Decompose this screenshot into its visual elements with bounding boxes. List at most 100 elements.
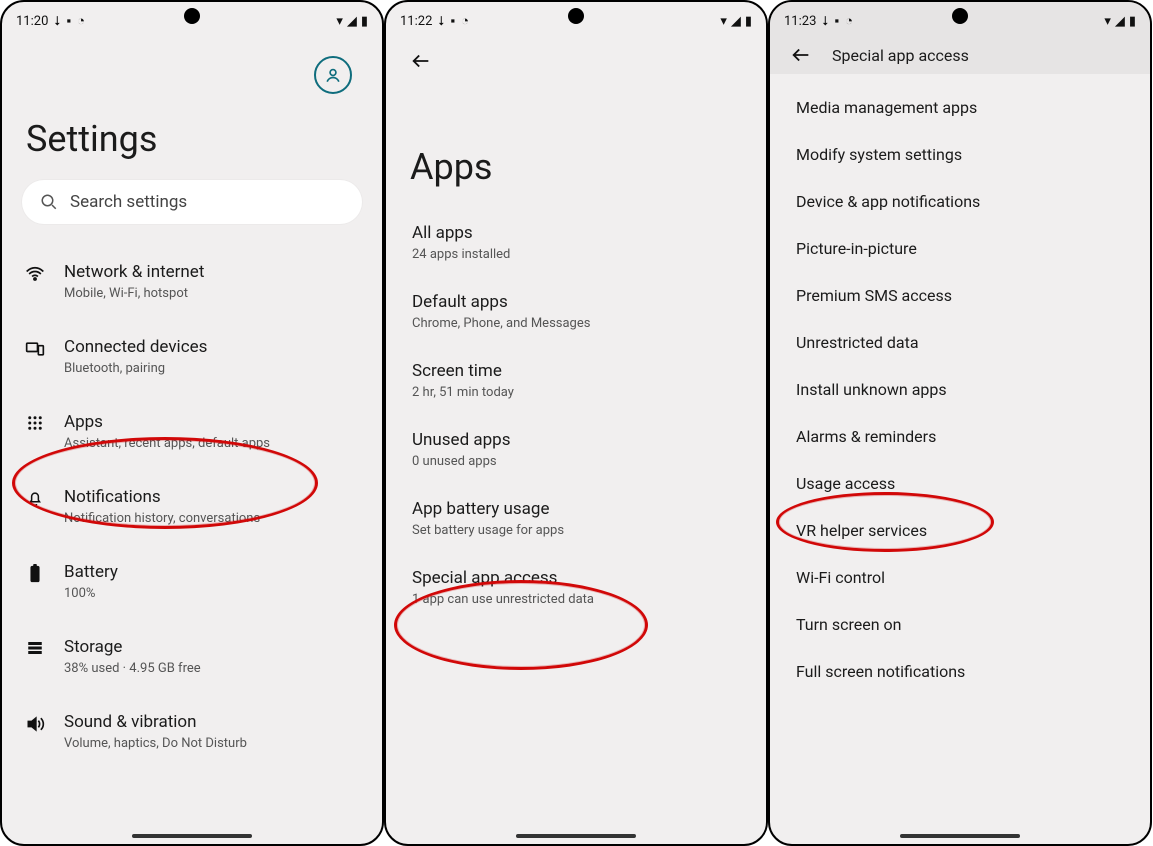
item-sub: Chrome, Phone, and Messages xyxy=(412,316,740,331)
battery-icon xyxy=(24,562,46,584)
sa-item-sms[interactable]: Premium SMS access xyxy=(790,272,1130,319)
phone-apps: 11:22 ⭣ ▪ ◔ ▾ ◢ ▮ Apps All apps24 apps i… xyxy=(384,0,768,846)
battery-icon: ▮ xyxy=(361,14,368,29)
camera-hole xyxy=(568,8,584,24)
apps-item-battery[interactable]: App battery usageSet battery usage for a… xyxy=(406,484,746,553)
search-icon xyxy=(40,193,58,211)
sa-item-media[interactable]: Media management apps xyxy=(790,84,1130,131)
download-icon: ⭣ xyxy=(822,14,828,29)
item-label: Modify system settings xyxy=(796,145,962,164)
nav-bar[interactable] xyxy=(770,816,1150,844)
android-icon: ▪ xyxy=(451,13,456,29)
sa-item-screen[interactable]: Turn screen on xyxy=(790,601,1130,648)
search-input[interactable]: Search settings xyxy=(22,180,362,224)
devices-icon xyxy=(24,337,46,359)
item-title: Connected devices xyxy=(64,337,207,357)
item-label: Alarms & reminders xyxy=(796,427,936,446)
item-title: Network & internet xyxy=(64,262,204,282)
sa-item-fullscreen[interactable]: Full screen notifications xyxy=(790,648,1130,695)
storage-icon xyxy=(24,637,46,657)
item-label: Wi-Fi control xyxy=(796,568,885,587)
clock-text: 11:22 xyxy=(400,14,432,29)
item-label: Premium SMS access xyxy=(796,286,952,305)
download-icon: ⭣ xyxy=(54,14,60,29)
item-label: VR helper services xyxy=(796,521,927,540)
item-sub: Set battery usage for apps xyxy=(412,523,740,538)
settings-list: Network & internet Mobile, Wi-Fi, hotspot… xyxy=(22,244,362,769)
apps-item-special[interactable]: Special app access 1 app can use unrestri… xyxy=(406,553,746,622)
sa-item-wifi[interactable]: Wi-Fi control xyxy=(790,554,1130,601)
user-icon xyxy=(323,65,343,85)
apps-item-screentime[interactable]: Screen time2 hr, 51 min today xyxy=(406,346,746,415)
settings-item-sound[interactable]: Sound & vibrationVolume, haptics, Do Not… xyxy=(22,694,362,769)
item-title: Sound & vibration xyxy=(64,712,247,732)
download-icon: ⭣ xyxy=(438,14,444,29)
item-label: Turn screen on xyxy=(796,615,902,634)
sa-item-modify[interactable]: Modify system settings xyxy=(790,131,1130,178)
phone-special-access: 11:23 ⭣ ▪ ◔ ▾ ◢ ▮ Special app access Med… xyxy=(768,0,1152,846)
wifi-icon: ▾ xyxy=(720,14,727,29)
settings-item-notifications[interactable]: Notifications Notification history, conve… xyxy=(22,469,362,544)
page-title: Settings xyxy=(26,118,358,160)
item-sub: Mobile, Wi-Fi, hotspot xyxy=(64,286,204,301)
item-sub: Bluetooth, pairing xyxy=(64,361,207,376)
sa-item-data[interactable]: Unrestricted data xyxy=(790,319,1130,366)
camera-hole xyxy=(184,8,200,24)
clock-icon: ◔ xyxy=(845,13,853,29)
phone-settings: 11:20 ⭣ ▪ ◔ ▾ ◢ ▮ Settings Search settin… xyxy=(0,0,384,846)
item-sub: 24 apps installed xyxy=(412,247,740,262)
settings-item-connected[interactable]: Connected devices Bluetooth, pairing xyxy=(22,319,362,394)
back-button[interactable] xyxy=(410,50,432,72)
item-title: Apps xyxy=(64,412,270,432)
profile-button[interactable] xyxy=(314,56,352,94)
nav-bar[interactable] xyxy=(2,816,382,844)
item-title: Notifications xyxy=(64,487,260,507)
item-label: Full screen notifications xyxy=(796,662,965,681)
page-title: Apps xyxy=(410,146,742,188)
sa-item-usage[interactable]: Usage access xyxy=(790,460,1130,507)
android-icon: ▪ xyxy=(67,13,72,29)
signal-icon: ◢ xyxy=(347,14,357,29)
clock-icon: ◔ xyxy=(77,13,85,29)
nav-bar[interactable] xyxy=(386,816,766,844)
apps-list: All apps 24 apps installed Default apps Ch… xyxy=(406,208,746,622)
sa-item-notifications[interactable]: Device & app notifications xyxy=(790,178,1130,225)
settings-item-network[interactable]: Network & internet Mobile, Wi-Fi, hotspot xyxy=(22,244,362,319)
apps-item-unused[interactable]: Unused apps 0 unused apps xyxy=(406,415,746,484)
apps-item-all[interactable]: All apps 24 apps installed xyxy=(406,208,746,277)
item-sub: 38% used · 4.95 GB free xyxy=(64,661,201,676)
item-sub: 1 app can use unrestricted data xyxy=(412,592,740,607)
special-access-list: Media management apps Modify system sett… xyxy=(790,84,1130,695)
sa-item-pip[interactable]: Picture-in-picture xyxy=(790,225,1130,272)
signal-icon: ◢ xyxy=(1115,14,1125,29)
item-sub: Notification history, conversations xyxy=(64,511,260,526)
search-placeholder: Search settings xyxy=(70,192,187,212)
wifi-icon: ▾ xyxy=(336,14,343,29)
back-button[interactable] xyxy=(790,44,812,66)
sa-item-alarms[interactable]: Alarms & reminders xyxy=(790,413,1130,460)
item-title: Unused apps xyxy=(412,430,740,450)
settings-item-apps[interactable]: AppsAssistant, recent apps, default apps xyxy=(22,394,362,469)
page-title: Special app access xyxy=(832,46,969,65)
item-label: Usage access xyxy=(796,474,895,493)
battery-icon: ▮ xyxy=(1129,14,1136,29)
item-title: Storage xyxy=(64,637,201,657)
item-title: Battery xyxy=(64,562,118,582)
sa-item-vr[interactable]: VR helper services xyxy=(790,507,1130,554)
item-title: Default apps xyxy=(412,292,740,312)
sa-item-unknown[interactable]: Install unknown apps xyxy=(790,366,1130,413)
item-sub: 2 hr, 51 min today xyxy=(412,385,740,400)
apps-item-default[interactable]: Default apps Chrome, Phone, and Messages xyxy=(406,277,746,346)
clock-text: 11:23 xyxy=(784,14,816,29)
item-label: Device & app notifications xyxy=(796,192,980,211)
clock-text: 11:20 xyxy=(16,14,48,29)
item-sub: 0 unused apps xyxy=(412,454,740,469)
item-title: All apps xyxy=(412,223,740,243)
clock-icon: ◔ xyxy=(461,13,469,29)
android-icon: ▪ xyxy=(835,13,840,29)
item-title: Special app access xyxy=(412,568,740,588)
settings-item-storage[interactable]: Storage 38% used · 4.95 GB free xyxy=(22,619,362,694)
item-label: Picture-in-picture xyxy=(796,239,917,258)
item-label: Media management apps xyxy=(796,98,977,117)
settings-item-battery[interactable]: Battery100% xyxy=(22,544,362,619)
